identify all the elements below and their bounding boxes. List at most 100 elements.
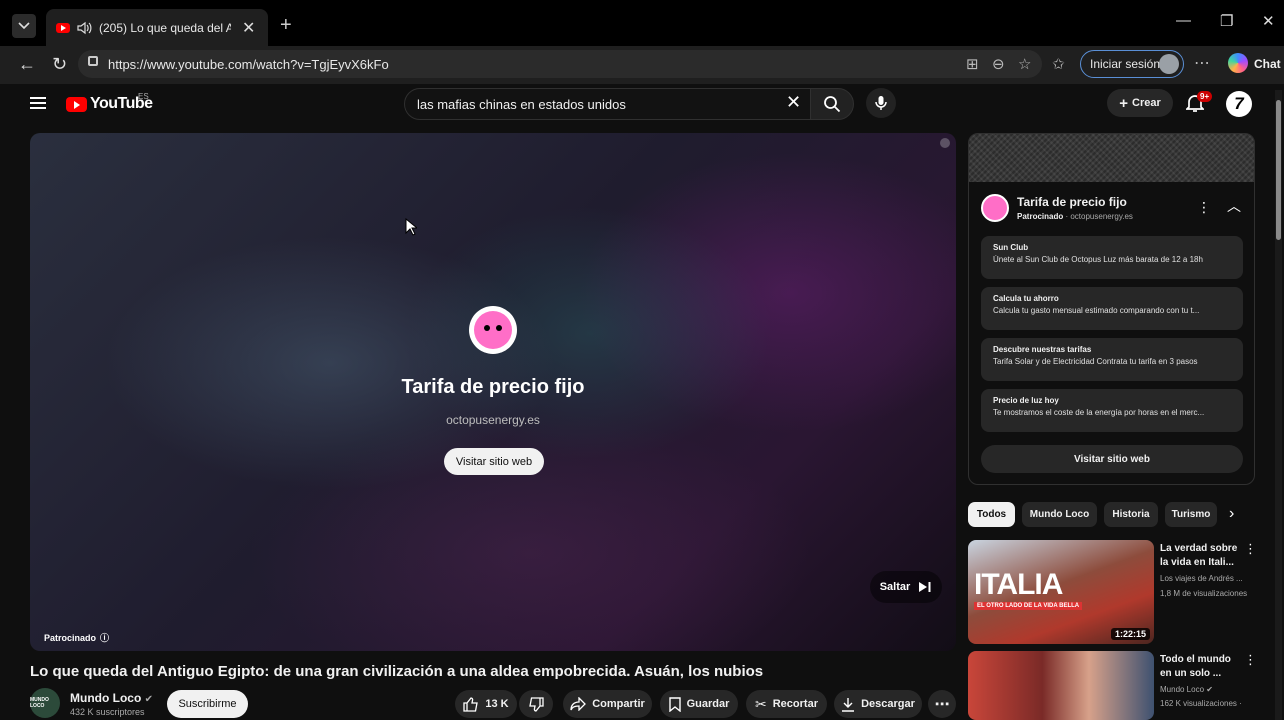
save-button[interactable]: Guardar (660, 690, 738, 718)
suggested-title[interactable]: La verdad sobre la vida en Itali... (1160, 542, 1242, 570)
app-available-icon[interactable]: ⊞ (966, 55, 979, 73)
chip-channel[interactable]: Mundo Loco (1022, 502, 1097, 527)
sitelink-description: Únete al Sun Club de Octopus Luz más bar… (993, 255, 1203, 264)
lock-icon (88, 56, 98, 66)
suggested-title[interactable]: Todo el mundo en un solo ... (1160, 653, 1242, 681)
search-input[interactable]: las mafias chinas en estados unidos (404, 88, 814, 120)
suggested-channel[interactable]: Mundo Loco ✔ (1160, 683, 1272, 696)
voice-search-button[interactable] (866, 88, 896, 118)
more-vertical-icon[interactable]: ⋮ (1244, 652, 1257, 668)
clear-search-icon[interactable]: ✕ (786, 92, 801, 113)
minimize-icon[interactable]: — (1176, 12, 1191, 29)
more-actions-button[interactable]: ⋯ (928, 690, 956, 718)
speaker-icon[interactable] (77, 21, 92, 35)
ad-panel-title[interactable]: Tarifa de precio fijo (1017, 195, 1127, 209)
download-button[interactable]: Descargar (834, 690, 922, 718)
advertiser-avatar[interactable] (981, 194, 1009, 222)
back-icon[interactable]: ← (18, 54, 36, 75)
chip-tourism[interactable]: Turismo (1165, 502, 1217, 527)
save-label: Guardar (686, 698, 730, 710)
thumbnail-overlay-text: ITALIA (974, 568, 1063, 601)
octopus-icon (474, 311, 512, 349)
tab-actions-menu[interactable] (12, 14, 36, 38)
sitelink-description: Tarifa Solar y de Electricidad Contrata … (993, 357, 1198, 366)
bookmark-icon (668, 696, 681, 712)
plus-icon: + (1119, 94, 1128, 112)
signin-button[interactable]: Iniciar sesión (1080, 50, 1184, 78)
more-options-icon[interactable]: ⋯ (1194, 53, 1210, 73)
share-button[interactable]: Compartir (563, 690, 652, 718)
video-player[interactable]: Tarifa de precio fijo octopusenergy.es V… (30, 133, 956, 651)
guide-menu-icon[interactable] (30, 97, 46, 109)
skip-label: Saltar (879, 581, 911, 593)
scrollbar-thumb[interactable] (1276, 100, 1281, 240)
close-window-icon[interactable]: ✕ (1262, 12, 1275, 30)
ad-banner-image[interactable] (969, 134, 1254, 182)
sitelink-title: Calcula tu ahorro (993, 294, 1059, 303)
like-button[interactable]: 13 K (455, 690, 517, 718)
video-title: Lo que queda del Antiguo Egipto: de una … (30, 663, 764, 680)
chat-label[interactable]: Chat (1254, 57, 1281, 71)
ad-info-corner-icon[interactable] (940, 138, 950, 148)
share-icon (570, 697, 587, 711)
ad-sitelink[interactable]: Calcula tu ahorro Calcula tu gasto mensu… (981, 287, 1243, 330)
ad-sitelink[interactable]: Descubre nuestras tarifas Tarifa Solar y… (981, 338, 1243, 381)
channel-avatar[interactable]: MUNDO LOCO (30, 688, 60, 718)
skip-ad-button[interactable]: Saltar (870, 571, 942, 603)
chip-all[interactable]: Todos (968, 502, 1015, 527)
ad-domain: octopusenergy.es (446, 413, 540, 427)
tab-title: (205) Lo que queda del Antiguo (99, 20, 231, 35)
tab-close-icon[interactable]: ✕ (242, 18, 255, 38)
youtube-play-icon (66, 96, 87, 112)
favorite-star-icon[interactable]: ☆ (1018, 55, 1031, 73)
download-label: Descargar (861, 698, 915, 710)
visit-site-button[interactable]: Visitar sitio web (444, 448, 544, 475)
suggested-thumbnail[interactable] (968, 651, 1154, 720)
search-icon (824, 96, 841, 113)
clip-button[interactable]: ✂ Recortar (746, 690, 827, 718)
address-input[interactable]: https://www.youtube.com/watch?v=TgjEyvX6… (78, 50, 1042, 78)
skip-next-icon (919, 582, 931, 592)
download-icon (842, 697, 855, 712)
search-button[interactable] (810, 88, 854, 120)
url-text: https://www.youtube.com/watch?v=TgjEyvX6… (108, 56, 389, 72)
browser-tab-active[interactable]: (205) Lo que queda del Antiguo ✕ (46, 9, 268, 46)
suggested-channel[interactable]: Los viajes de Andrés ... (1160, 572, 1272, 585)
copilot-icon[interactable] (1228, 53, 1248, 73)
zoom-icon[interactable]: ⊖ (992, 55, 1005, 73)
more-vertical-icon[interactable]: ⋮ (1197, 199, 1211, 216)
search-query: las mafias chinas en estados unidos (417, 96, 626, 112)
signin-label: Iniciar sesión (1090, 57, 1161, 71)
ad-sitelink[interactable]: Sun Club Únete al Sun Club de Octopus Lu… (981, 236, 1243, 279)
account-avatar[interactable]: 7 (1226, 91, 1252, 117)
subscribe-button[interactable]: Suscribirme (167, 690, 248, 718)
dislike-button[interactable] (519, 690, 553, 718)
scissors-icon: ✂ (755, 695, 767, 712)
create-button[interactable]: + Crear (1107, 89, 1173, 117)
suggested-channel-text: Mundo Loco (1160, 685, 1205, 694)
ad-panel-sponsored: Patrocinado (1017, 212, 1064, 221)
reload-icon[interactable]: ↻ (52, 54, 67, 75)
more-vertical-icon[interactable]: ⋮ (1244, 541, 1257, 557)
sitelink-description: Te mostramos el coste de la energía por … (993, 408, 1205, 417)
ad-sitelink[interactable]: Precio de luz hoy Te mostramos el coste … (981, 389, 1243, 432)
mouse-cursor-icon (405, 218, 417, 236)
chevron-right-icon[interactable]: › (1229, 505, 1234, 523)
favorites-icon[interactable]: ✩ (1052, 55, 1065, 73)
thumbs-up-icon (463, 696, 479, 712)
channel-name[interactable]: Mundo Loco ✔ (70, 691, 153, 705)
thumbnail-overlay-subtext: EL OTRO LADO DE LA VIDA BELLA (974, 602, 1083, 610)
create-label: Crear (1132, 97, 1161, 109)
advertiser-logo[interactable] (469, 306, 517, 354)
companion-ad-panel: Tarifa de precio fijo Patrocinado · octo… (968, 133, 1255, 485)
suggested-thumbnail[interactable]: ITALIA EL OTRO LADO DE LA VIDA BELLA 1:2… (968, 540, 1154, 644)
info-icon[interactable]: ⓘ (100, 631, 109, 644)
suggested-views: 162 K visualizaciones · (1160, 699, 1242, 708)
verified-icon: ✔ (144, 694, 154, 705)
microphone-icon (875, 96, 887, 110)
new-tab-icon[interactable]: + (280, 14, 292, 37)
chevron-up-icon[interactable]: ︿ (1227, 196, 1241, 216)
restore-icon[interactable]: ❐ (1220, 12, 1233, 30)
ad-panel-visit-button[interactable]: Visitar sitio web (981, 445, 1243, 473)
chip-history[interactable]: Historia (1104, 502, 1158, 527)
